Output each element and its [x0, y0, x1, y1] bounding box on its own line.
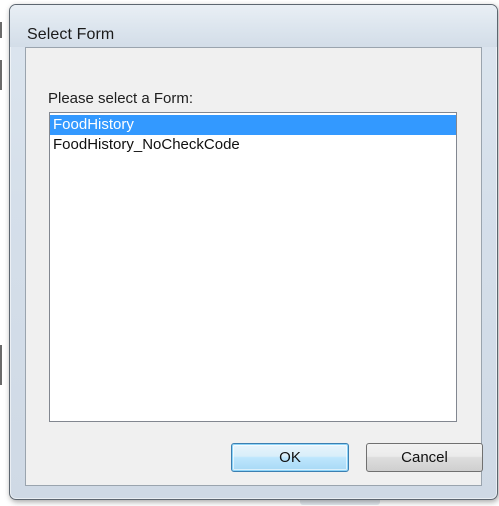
title-bar[interactable]: Select Form	[10, 5, 497, 47]
select-form-dialog: Select Form Please select a Form: FoodHi…	[9, 4, 498, 500]
cancel-button[interactable]: Cancel	[366, 443, 483, 472]
dialog-title: Select Form	[27, 26, 115, 43]
background-edge	[0, 60, 2, 90]
select-form-prompt: Please select a Form:	[48, 90, 194, 107]
list-item-foodhistory-nocheckcode[interactable]: FoodHistory_NoCheckCode	[50, 135, 456, 155]
background-edge	[0, 345, 2, 385]
form-listbox[interactable]: FoodHistory FoodHistory_NoCheckCode	[49, 112, 457, 422]
background-edge	[0, 22, 2, 38]
list-item-foodhistory[interactable]: FoodHistory	[50, 115, 456, 135]
dialog-body: Please select a Form: FoodHistory FoodHi…	[25, 47, 483, 486]
ok-button[interactable]: OK	[231, 443, 349, 472]
